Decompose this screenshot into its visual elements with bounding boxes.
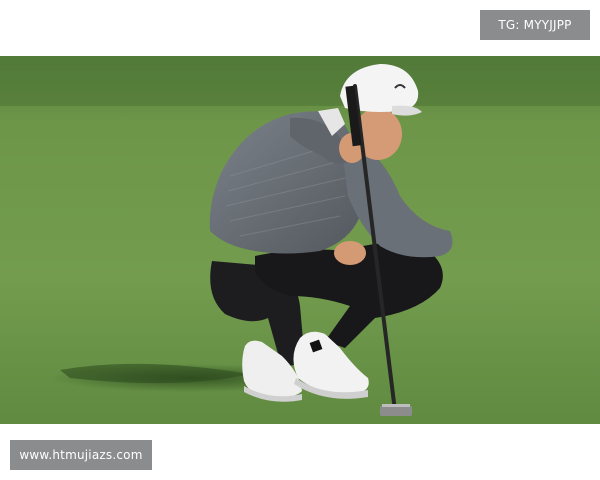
watermark-website: www.htmujiazs.com bbox=[10, 440, 152, 470]
hand-lower bbox=[334, 241, 366, 265]
fairway-far-band bbox=[0, 56, 600, 106]
putter-head-top bbox=[382, 404, 410, 407]
watermark-telegram: TG: MYYJJPP bbox=[480, 10, 590, 40]
golf-photo bbox=[0, 56, 600, 424]
putter-head bbox=[380, 406, 412, 416]
golf-photo-illustration bbox=[0, 56, 600, 424]
